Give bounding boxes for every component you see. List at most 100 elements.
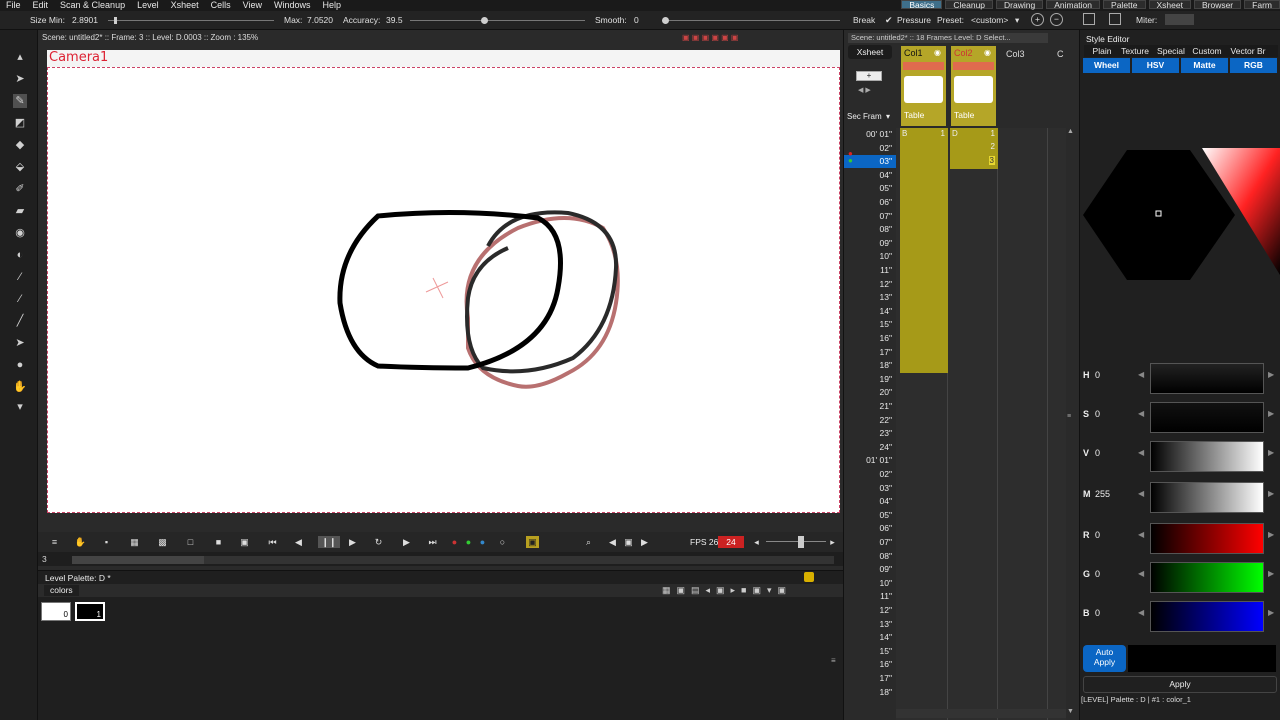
- frame-row-label[interactable]: 16": [844, 332, 896, 346]
- room-animation[interactable]: Animation: [1046, 0, 1101, 10]
- menu-level[interactable]: Level: [131, 0, 165, 11]
- zoom-icon[interactable]: ⌕: [582, 536, 595, 548]
- column-header-col4[interactable]: C: [1057, 49, 1064, 59]
- room-farm[interactable]: Farm: [1244, 0, 1280, 10]
- frame-row-label[interactable]: 23": [844, 427, 896, 441]
- fps-field[interactable]: 24: [718, 536, 744, 548]
- frame-row-label[interactable]: 06": [844, 196, 896, 210]
- tab-colors[interactable]: colors: [44, 585, 79, 596]
- frame-field[interactable]: 3: [42, 554, 47, 564]
- column-header-col3[interactable]: Col3: [1006, 49, 1025, 59]
- menu-help[interactable]: Help: [317, 0, 348, 11]
- increase-icon[interactable]: ▶: [1268, 448, 1274, 457]
- pressure-check-icon[interactable]: ✔: [885, 15, 893, 26]
- col2-cells[interactable]: D 1 2 3: [950, 128, 998, 169]
- drawing-canvas[interactable]: [47, 67, 840, 513]
- magnet-tool-icon[interactable]: ●: [13, 358, 27, 372]
- save-icon[interactable]: ▪: [100, 536, 113, 548]
- decrease-icon[interactable]: ◀: [1138, 489, 1144, 498]
- size-slider[interactable]: [108, 20, 274, 21]
- max-value[interactable]: 7.0520: [307, 15, 333, 25]
- type-tool-icon[interactable]: ◆: [13, 138, 27, 152]
- frame-row-label[interactable]: 09": [844, 237, 896, 251]
- animate-tool-icon[interactable]: ▴: [13, 50, 27, 64]
- frame-row-label[interactable]: 06": [844, 522, 896, 536]
- hand-tool-icon[interactable]: ✋: [13, 380, 27, 394]
- decrease-icon[interactable]: ◀: [1138, 608, 1144, 617]
- frame-slider-track[interactable]: [72, 556, 204, 564]
- menu-scan-cleanup[interactable]: Scan & Cleanup: [54, 0, 131, 11]
- tab-special[interactable]: Special: [1154, 45, 1188, 57]
- decrease-icon[interactable]: ◀: [1138, 448, 1144, 457]
- channel-slider[interactable]: [1150, 523, 1264, 554]
- smooth-knob[interactable]: [662, 17, 669, 24]
- channel-slider[interactable]: [1150, 482, 1264, 513]
- last-frame-icon[interactable]: ⏭: [426, 536, 439, 548]
- frame-row-label[interactable]: 03": [844, 155, 896, 169]
- tape-tool-icon[interactable]: ◉: [13, 226, 27, 240]
- frame-row-label[interactable]: 15": [844, 645, 896, 659]
- camstand-toggle[interactable]: [903, 62, 944, 70]
- frame-row-label[interactable]: 04": [844, 495, 896, 509]
- mode-wheel[interactable]: Wheel: [1083, 58, 1130, 73]
- increase-icon[interactable]: ▶: [1268, 489, 1274, 498]
- frame-row-label[interactable]: 17": [844, 346, 896, 360]
- channel-slider[interactable]: [1150, 402, 1264, 433]
- break-label[interactable]: Break: [853, 15, 875, 25]
- apply-button[interactable]: Apply: [1083, 676, 1277, 693]
- white-bg-icon[interactable]: □: [184, 536, 197, 548]
- accuracy-slider[interactable]: [410, 20, 585, 21]
- lock-icon[interactable]: [804, 572, 814, 582]
- pinch-tool-icon[interactable]: ╱: [13, 314, 27, 328]
- new-column-icon[interactable]: +: [856, 71, 882, 81]
- pump-tool-icon[interactable]: ➤: [13, 336, 27, 350]
- pause-icon[interactable]: ❙❙: [318, 536, 340, 548]
- menu-xsheet[interactable]: Xsheet: [165, 0, 205, 11]
- frame-slider-rest[interactable]: [204, 556, 834, 564]
- selection-tool-icon[interactable]: ➤: [13, 72, 27, 86]
- chevron-down-icon[interactable]: ▾: [1015, 15, 1019, 26]
- menu-file[interactable]: File: [0, 0, 27, 11]
- frame-row-label[interactable]: 03": [844, 482, 896, 496]
- menu-icon[interactable]: ≡: [48, 536, 61, 548]
- decrease-icon[interactable]: ◀: [1138, 409, 1144, 418]
- frame-row-label[interactable]: 18": [844, 359, 896, 373]
- blue-channel-icon[interactable]: ●: [476, 536, 489, 548]
- prev-key-icon[interactable]: ◀: [606, 536, 619, 548]
- smooth-slider[interactable]: [662, 20, 840, 21]
- frame-row-label[interactable]: 09": [844, 563, 896, 577]
- preview-toggle-icon[interactable]: ◉: [934, 48, 941, 57]
- key-icon[interactable]: ▣: [622, 536, 635, 548]
- room-palette[interactable]: Palette: [1103, 0, 1146, 10]
- red-channel-icon[interactable]: ●: [448, 536, 461, 548]
- frame-row-label[interactable]: 24": [844, 441, 896, 455]
- room-basics[interactable]: Basics: [901, 0, 943, 10]
- palette-scroll-handle[interactable]: ≡: [831, 656, 836, 665]
- hand-icon[interactable]: ✋: [74, 536, 87, 548]
- frame-row-label[interactable]: 20": [844, 386, 896, 400]
- miter-field[interactable]: [1165, 14, 1194, 25]
- frame-row-label[interactable]: 05": [844, 509, 896, 523]
- accuracy-knob[interactable]: [481, 17, 488, 24]
- rgb-picker-icon[interactable]: ⁄: [13, 270, 27, 284]
- more-tools-icon[interactable]: ▾: [13, 400, 27, 414]
- channel-value[interactable]: 0: [1095, 409, 1100, 419]
- frame-row-label[interactable]: 13": [844, 618, 896, 632]
- sec-frame-dropdown[interactable]: Sec Fram: [847, 112, 882, 121]
- color-chip-1[interactable]: 1: [75, 602, 105, 621]
- frame-row-label[interactable]: 08": [844, 223, 896, 237]
- increase-icon[interactable]: ▶: [1268, 569, 1274, 578]
- compare-icon[interactable]: ▣: [526, 536, 539, 548]
- fps-slider[interactable]: [766, 541, 826, 542]
- frame-row-label[interactable]: 22": [844, 414, 896, 428]
- fps-slider-knob[interactable]: [798, 536, 804, 548]
- room-xsheet[interactable]: Xsheet: [1148, 0, 1191, 10]
- frame-row-label[interactable]: 18": [844, 686, 896, 700]
- frame-row-label[interactable]: 16": [844, 658, 896, 672]
- frame-row-label[interactable]: 12": [844, 278, 896, 292]
- next-frame-icon[interactable]: ▶: [400, 536, 413, 548]
- tab-vector-brush[interactable]: Vector Br: [1226, 45, 1270, 57]
- color-wheel[interactable]: [1082, 140, 1280, 290]
- channel-value[interactable]: 0: [1095, 530, 1100, 540]
- frame-row-label[interactable]: 15": [844, 318, 896, 332]
